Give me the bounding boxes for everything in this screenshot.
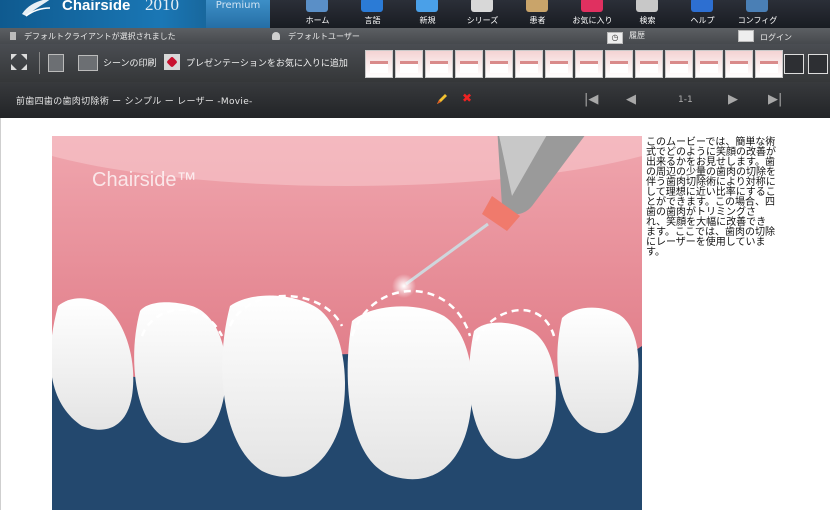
pencil-icon[interactable] bbox=[436, 93, 448, 105]
exit-icon[interactable] bbox=[808, 54, 828, 74]
pin-icon bbox=[10, 32, 16, 40]
scene-thumbnail[interactable] bbox=[755, 50, 783, 78]
fullscreen-icon[interactable] bbox=[784, 54, 804, 74]
scene-thumbnails bbox=[365, 50, 783, 78]
config-icon bbox=[746, 0, 768, 12]
last-page-icon[interactable]: ▶| bbox=[768, 92, 782, 107]
client-status[interactable]: デフォルトクライアントが選択されました bbox=[10, 31, 176, 42]
scene-thumbnail[interactable] bbox=[725, 50, 753, 78]
nav-config[interactable]: コンフィグ bbox=[730, 0, 785, 28]
user-icon bbox=[272, 32, 280, 40]
scene-thumbnail[interactable] bbox=[395, 50, 423, 78]
nav-label: シリーズ bbox=[466, 16, 499, 25]
scene-description: このムービーでは、簡単な術式でどのように笑顔の改善が出来るかをお見せします。歯の… bbox=[646, 137, 776, 258]
scene-thumbnail[interactable] bbox=[365, 50, 393, 78]
new-icon bbox=[416, 0, 438, 12]
scene-thumbnail[interactable] bbox=[635, 50, 663, 78]
nav-label: 検索 bbox=[639, 16, 656, 25]
video-watermark: Chairside™ bbox=[92, 169, 196, 191]
history-button[interactable]: ◷ 履歴 bbox=[607, 30, 645, 44]
nav-label: 言語 bbox=[364, 16, 381, 25]
scene-thumbnail[interactable] bbox=[455, 50, 483, 78]
patient-icon bbox=[526, 0, 548, 12]
home-icon bbox=[306, 0, 328, 12]
lock-icon bbox=[738, 30, 754, 42]
nav-search[interactable]: 検索 bbox=[620, 0, 675, 28]
nav-language[interactable]: 言語 bbox=[345, 0, 400, 28]
favorites-icon bbox=[581, 0, 603, 12]
expand-icon[interactable] bbox=[10, 53, 28, 71]
gingivectomy-illustration: Chairside™ bbox=[52, 136, 642, 510]
first-page-icon[interactable]: |◀ bbox=[584, 92, 598, 107]
search-icon bbox=[636, 0, 658, 12]
printer-icon[interactable] bbox=[78, 55, 98, 71]
app-name: Chairside bbox=[62, 0, 131, 14]
tool-bar: シーンの印刷 プレゼンテーションをお気に入りに追加 bbox=[0, 44, 830, 82]
scene-thumbnail[interactable] bbox=[515, 50, 543, 78]
nav-label: コンフィグ bbox=[737, 16, 778, 25]
scene-thumbnail[interactable] bbox=[545, 50, 573, 78]
login-label: ログイン bbox=[760, 33, 792, 42]
app-year: 2010 bbox=[145, 0, 179, 14]
language-icon bbox=[361, 0, 383, 12]
edition-label: Premium bbox=[215, 0, 261, 11]
add-favorite-button[interactable]: プレゼンテーションをお気に入りに追加 bbox=[186, 56, 348, 69]
nav-home[interactable]: ホーム bbox=[290, 0, 345, 28]
print-scene-icon[interactable] bbox=[48, 54, 64, 72]
previous-page-icon[interactable]: ◀ bbox=[626, 92, 636, 107]
user-status[interactable]: デフォルトユーザー bbox=[272, 31, 360, 42]
chairside-logo-icon bbox=[22, 0, 51, 17]
nav-label: ホーム bbox=[305, 16, 330, 25]
user-status-label: デフォルトユーザー bbox=[288, 32, 360, 41]
nav-patient[interactable]: 患者 bbox=[510, 0, 565, 28]
add-favorite-icon[interactable] bbox=[164, 54, 180, 70]
nav-label: ヘルプ bbox=[690, 16, 715, 25]
toolbar-divider bbox=[39, 52, 40, 74]
next-page-icon[interactable]: ▶ bbox=[728, 92, 738, 107]
nav-label: 新規 bbox=[419, 16, 436, 25]
main-nav: ホーム 言語 新規 シリーズ 患者 お気に入り 検索 ヘルプ コンフィグ bbox=[290, 0, 785, 28]
client-status-label: デフォルトクライアントが選択されました bbox=[24, 32, 176, 41]
page-indicator: 1-1 bbox=[678, 95, 693, 105]
clock-icon: ◷ bbox=[607, 32, 623, 44]
nav-new[interactable]: 新規 bbox=[400, 0, 455, 28]
help-icon bbox=[691, 0, 713, 12]
close-icon[interactable]: ✖ bbox=[462, 91, 472, 105]
nav-help[interactable]: ヘルプ bbox=[675, 0, 730, 28]
scene-thumbnail[interactable] bbox=[665, 50, 693, 78]
nav-favorites[interactable]: お気に入り bbox=[565, 0, 620, 28]
presentation-title-bar: 前歯四歯の歯肉切除術 ー シンプル ー レーザー -Movie- ✖ |◀ ◀ … bbox=[0, 82, 830, 118]
scene-thumbnail[interactable] bbox=[605, 50, 633, 78]
history-label: 履歴 bbox=[629, 31, 645, 40]
top-bar: Chairside 2010 Premium ホーム 言語 新規 シリーズ 患者 お気に入… bbox=[0, 0, 830, 28]
scene-thumbnail[interactable] bbox=[695, 50, 723, 78]
scene-thumbnail[interactable] bbox=[575, 50, 603, 78]
brand-area: Chairside 2010 Premium bbox=[0, 0, 270, 28]
presentation-title: 前歯四歯の歯肉切除術 ー シンプル ー レーザー -Movie- bbox=[16, 97, 253, 107]
scene-thumbnail[interactable] bbox=[425, 50, 453, 78]
status-bar: デフォルトクライアントが選択されました デフォルトユーザー ◷ 履歴 ログイン bbox=[0, 28, 830, 44]
nav-label: 患者 bbox=[529, 16, 546, 25]
edition-badge: Premium bbox=[206, 0, 270, 28]
content-left-border bbox=[0, 118, 1, 510]
login-button[interactable]: ログイン bbox=[738, 30, 792, 43]
nav-series[interactable]: シリーズ bbox=[455, 0, 510, 28]
scene-thumbnail[interactable] bbox=[485, 50, 513, 78]
print-scene-button[interactable]: シーンの印刷 bbox=[103, 56, 157, 69]
video-player[interactable]: Chairside™ bbox=[52, 136, 642, 510]
nav-label: お気に入り bbox=[572, 16, 613, 25]
series-icon bbox=[471, 0, 493, 12]
